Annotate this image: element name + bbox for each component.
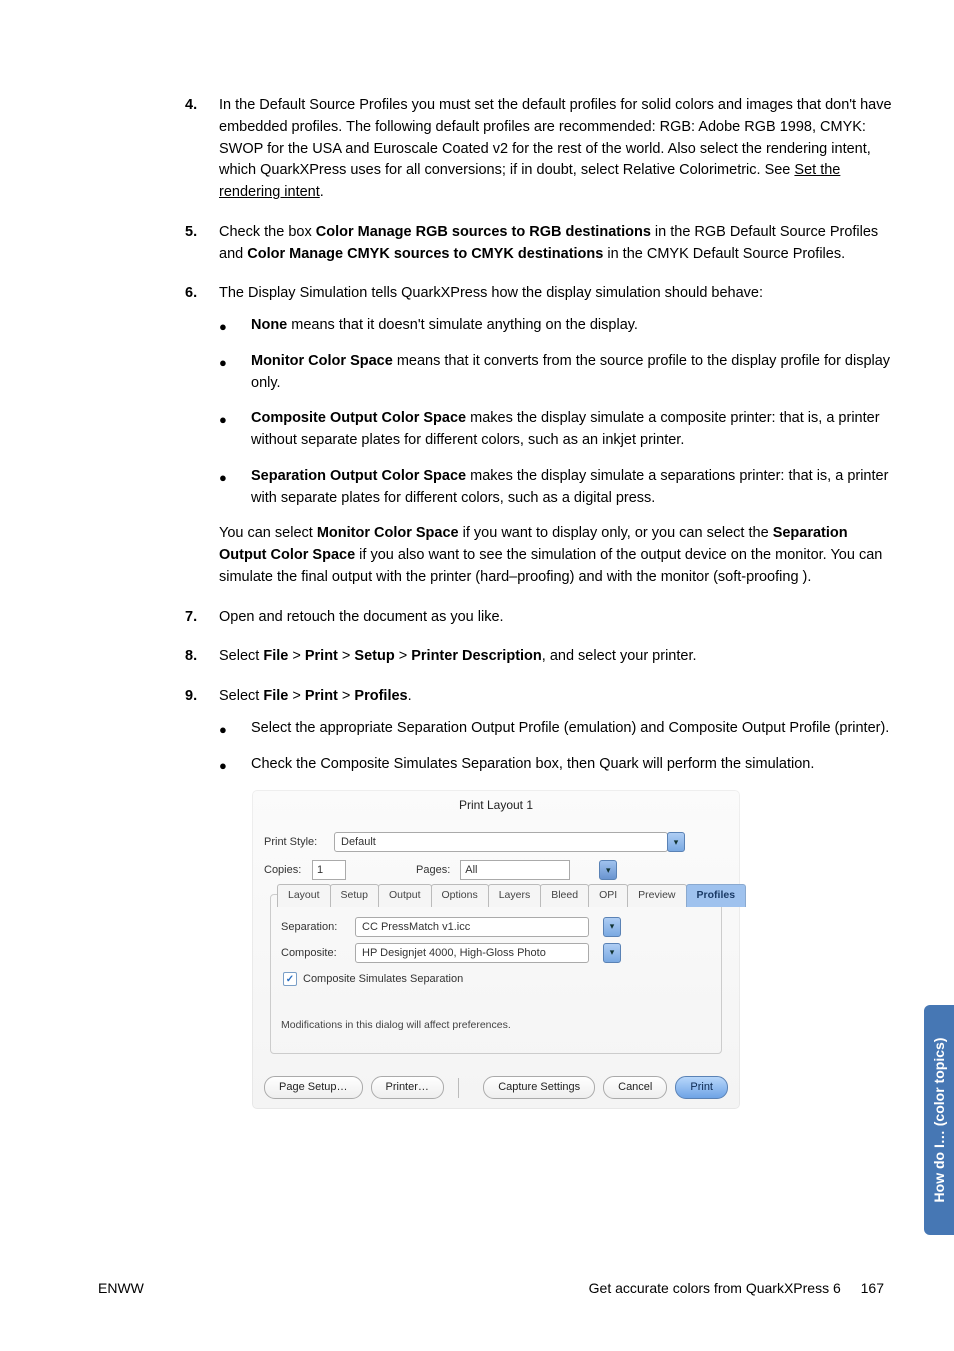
side-tab: How do I… (color topics) — [924, 1005, 954, 1235]
bullet-icon: ● — [219, 754, 251, 776]
step-5: 5. Check the box Color Manage RGB source… — [185, 222, 894, 266]
print-dialog: Print Layout 1 Print Style: Default ▾ Co… — [251, 789, 741, 1110]
divider — [458, 1078, 459, 1098]
tab-preview[interactable]: Preview — [627, 884, 686, 907]
step-7: 7. Open and retouch the document as you … — [185, 607, 894, 629]
step-9: 9. Select File > Print > Profiles. ●Sele… — [185, 686, 894, 1110]
step-number: 7. — [185, 607, 219, 629]
bullet-icon: ● — [219, 351, 251, 395]
checkbox-label: Composite Simulates Separation — [303, 971, 463, 988]
side-tab-label: How do I… (color topics) — [931, 1038, 947, 1203]
step-text: Open and retouch the document as you lik… — [219, 607, 894, 629]
bullet-icon: ● — [219, 408, 251, 452]
step-text: The Display Simulation tells QuarkXPress… — [219, 283, 894, 588]
footer-left: ENWW — [98, 1280, 144, 1296]
document-body: 4. In the Default Source Profiles you mu… — [185, 95, 894, 1128]
tab-profiles[interactable]: Profiles — [686, 884, 747, 907]
tab-output[interactable]: Output — [378, 884, 432, 907]
tab-setup[interactable]: Setup — [330, 884, 379, 907]
step-4: 4. In the Default Source Profiles you mu… — [185, 95, 894, 204]
chevron-updown-icon[interactable]: ▾ — [667, 832, 685, 852]
printer-button[interactable]: Printer… — [371, 1076, 444, 1099]
chevron-updown-icon[interactable]: ▾ — [599, 860, 617, 880]
dialog-note: Modifications in this dialog will affect… — [281, 1018, 711, 1034]
tab-layout[interactable]: Layout — [277, 884, 331, 907]
separation-label: Separation: — [281, 919, 355, 936]
copies-input[interactable]: 1 — [312, 860, 346, 880]
page-setup-button[interactable]: Page Setup… — [264, 1076, 363, 1099]
separation-select[interactable]: CC PressMatch v1.icc — [355, 917, 589, 937]
composite-select[interactable]: HP Designjet 4000, High-Gloss Photo — [355, 943, 589, 963]
pages-input[interactable]: All — [460, 860, 570, 880]
step-number: 5. — [185, 222, 219, 266]
composite-simulates-checkbox[interactable]: ✓ — [283, 972, 297, 986]
chevron-updown-icon[interactable]: ▾ — [603, 943, 621, 963]
step-text: In the Default Source Profiles you must … — [219, 95, 894, 204]
profiles-group: Layout Setup Output Options Layers Bleed… — [270, 894, 722, 1054]
page-number: 167 — [861, 1280, 884, 1296]
step-text: Select File > Print > Setup > Printer De… — [219, 646, 894, 668]
bullet-icon: ● — [219, 315, 251, 337]
step-text: Check the box Color Manage RGB sources t… — [219, 222, 894, 266]
capture-settings-button[interactable]: Capture Settings — [483, 1076, 595, 1099]
print-button[interactable]: Print — [675, 1076, 728, 1099]
step-text: Select File > Print > Profiles. ●Select … — [219, 686, 894, 1110]
composite-label: Composite: — [281, 945, 355, 962]
cancel-button[interactable]: Cancel — [603, 1076, 667, 1099]
pages-label: Pages: — [416, 862, 450, 879]
dialog-title: Print Layout 1 — [252, 790, 740, 818]
step-6: 6. The Display Simulation tells QuarkXPr… — [185, 283, 894, 588]
step-number: 6. — [185, 283, 219, 588]
step-number: 4. — [185, 95, 219, 204]
tab-opi[interactable]: OPI — [588, 884, 628, 907]
tab-options[interactable]: Options — [431, 884, 489, 907]
tab-bleed[interactable]: Bleed — [540, 884, 589, 907]
bullet-icon: ● — [219, 466, 251, 510]
page-footer: ENWW Get accurate colors from QuarkXPres… — [98, 1280, 884, 1296]
footer-right: Get accurate colors from QuarkXPress 6 — [589, 1280, 841, 1296]
print-style-label: Print Style: — [264, 834, 334, 851]
bullet-icon: ● — [219, 718, 251, 740]
chevron-updown-icon[interactable]: ▾ — [603, 917, 621, 937]
step-number: 9. — [185, 686, 219, 1110]
step-number: 8. — [185, 646, 219, 668]
tab-layers[interactable]: Layers — [488, 884, 542, 907]
print-style-select[interactable]: Default — [334, 832, 668, 852]
step-8: 8. Select File > Print > Setup > Printer… — [185, 646, 894, 668]
copies-label: Copies: — [264, 862, 312, 879]
